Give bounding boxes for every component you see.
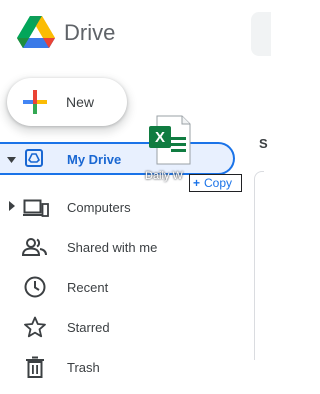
- plus-icon: [23, 90, 47, 114]
- sidebar-item-label: Shared with me: [67, 240, 158, 255]
- computers-icon: [23, 199, 49, 217]
- sidebar-item-trash[interactable]: Trash: [0, 351, 240, 383]
- excel-file-icon[interactable]: X: [149, 115, 191, 165]
- app-title: Drive: [64, 20, 116, 45]
- copy-plus-icon: +: [193, 176, 201, 190]
- expand-arrow-icon[interactable]: [7, 157, 16, 163]
- sidebar-item-recent[interactable]: Recent: [0, 271, 240, 303]
- sidebar-item-label: Trash: [67, 360, 100, 375]
- sidebar-item-shared-with-me[interactable]: Shared with me: [0, 231, 240, 263]
- expand-arrow-icon[interactable]: [9, 201, 15, 211]
- copy-tooltip-label: Copy: [204, 176, 233, 190]
- dragged-file-name: Daily W: [145, 170, 183, 182]
- copy-tooltip: + Copy: [189, 174, 242, 192]
- right-panel-heading: S: [259, 136, 268, 151]
- header: Drive: [0, 0, 271, 66]
- sidebar-item-label: Recent: [67, 280, 109, 295]
- star-icon: [24, 316, 46, 338]
- new-button-label: New: [66, 94, 95, 110]
- svg-text:X: X: [155, 129, 165, 146]
- search-bar[interactable]: [251, 12, 271, 56]
- shared-with-me-icon: [22, 238, 47, 256]
- my-drive-icon: [25, 149, 43, 167]
- sidebar-item-label: Starred: [67, 320, 110, 335]
- trash-icon: [26, 356, 44, 378]
- clock-icon: [24, 276, 46, 298]
- sidebar-item-computers[interactable]: Computers: [0, 191, 240, 223]
- sidebar-item-starred[interactable]: Starred: [0, 311, 240, 343]
- sidebar-item-my-drive[interactable]: My Drive: [0, 142, 235, 175]
- sidebar-item-label: Computers: [67, 200, 131, 215]
- google-drive-logo-icon[interactable]: [17, 16, 55, 50]
- right-panel: [254, 171, 264, 360]
- sidebar-item-label: My Drive: [67, 152, 122, 167]
- new-button[interactable]: New: [7, 78, 127, 126]
